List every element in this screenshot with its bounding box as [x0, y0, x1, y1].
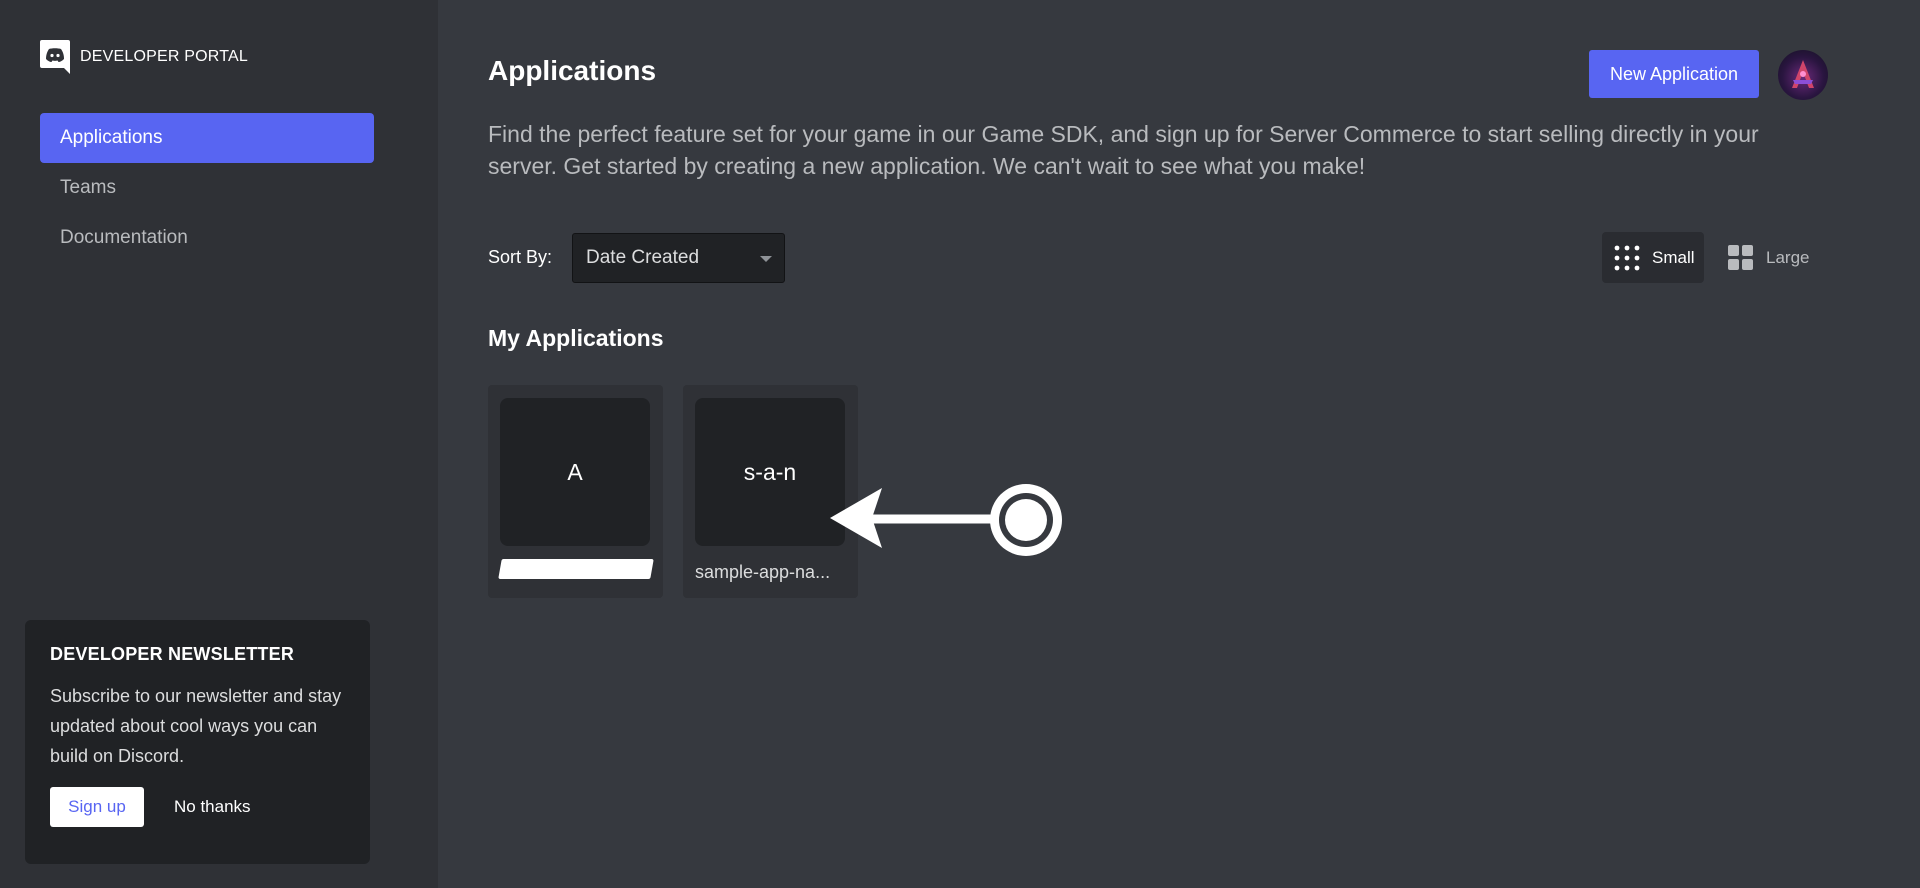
view-large-label: Large	[1766, 247, 1810, 267]
discord-logo-icon	[40, 40, 70, 74]
large-grid-icon	[1728, 244, 1753, 270]
main-content: Applications New Application Find the pe…	[488, 0, 1920, 888]
no-thanks-button[interactable]: No thanks	[174, 797, 251, 817]
newsletter-card: DEVELOPER NEWSLETTER Subscribe to our ne…	[25, 620, 370, 864]
intro-text: Find the perfect feature set for your ga…	[488, 121, 1759, 179]
sort-select[interactable]: Date Created	[572, 233, 785, 283]
new-application-button[interactable]: New Application	[1589, 50, 1759, 98]
signup-button[interactable]: Sign up	[50, 787, 144, 827]
chevron-down-icon	[760, 256, 772, 262]
page-title: Applications	[488, 55, 657, 86]
brand-title: DEVELOPER PORTAL	[80, 48, 248, 65]
newsletter-body: Subscribe to our newsletter and stay upd…	[50, 686, 342, 766]
app-card[interactable]: A	[488, 385, 663, 598]
my-applications-title: My Applications	[488, 325, 664, 351]
sidebar: DEVELOPER PORTAL Applications Teams Docu…	[0, 0, 438, 888]
brand[interactable]: DEVELOPER PORTAL	[40, 40, 248, 74]
view-small-toggle[interactable]: Small	[1602, 232, 1704, 283]
app-initials: s-a-n	[743, 458, 797, 485]
sort-label: Sort By:	[488, 247, 553, 267]
app-name-redacted	[498, 559, 654, 579]
app-icon: s-a-n	[695, 398, 845, 546]
sidebar-item-applications[interactable]: Applications	[40, 113, 374, 163]
newsletter-actions: Sign up No thanks	[50, 787, 345, 827]
sidebar-item-teams[interactable]: Teams	[40, 163, 374, 213]
app-icon: A	[500, 398, 650, 546]
sidebar-item-documentation[interactable]: Documentation	[40, 213, 374, 263]
pointer-arrow-icon	[830, 484, 1062, 556]
view-large-toggle[interactable]: Large	[1716, 232, 1818, 283]
sidebar-nav: Applications Teams Documentation	[40, 113, 374, 263]
avatar-emblem-icon	[1792, 60, 1814, 88]
app-name: sample-app-na...	[695, 562, 831, 582]
app-initials: A	[567, 458, 583, 485]
avatar[interactable]	[1778, 50, 1828, 100]
applications-grid: A s-a-n sample-app-na...	[488, 385, 878, 598]
sort-selected-value: Date Created	[586, 247, 700, 268]
small-grid-icon	[1614, 245, 1640, 270]
view-small-label: Small	[1652, 247, 1695, 267]
newsletter-title: DEVELOPER NEWSLETTER	[50, 644, 295, 664]
